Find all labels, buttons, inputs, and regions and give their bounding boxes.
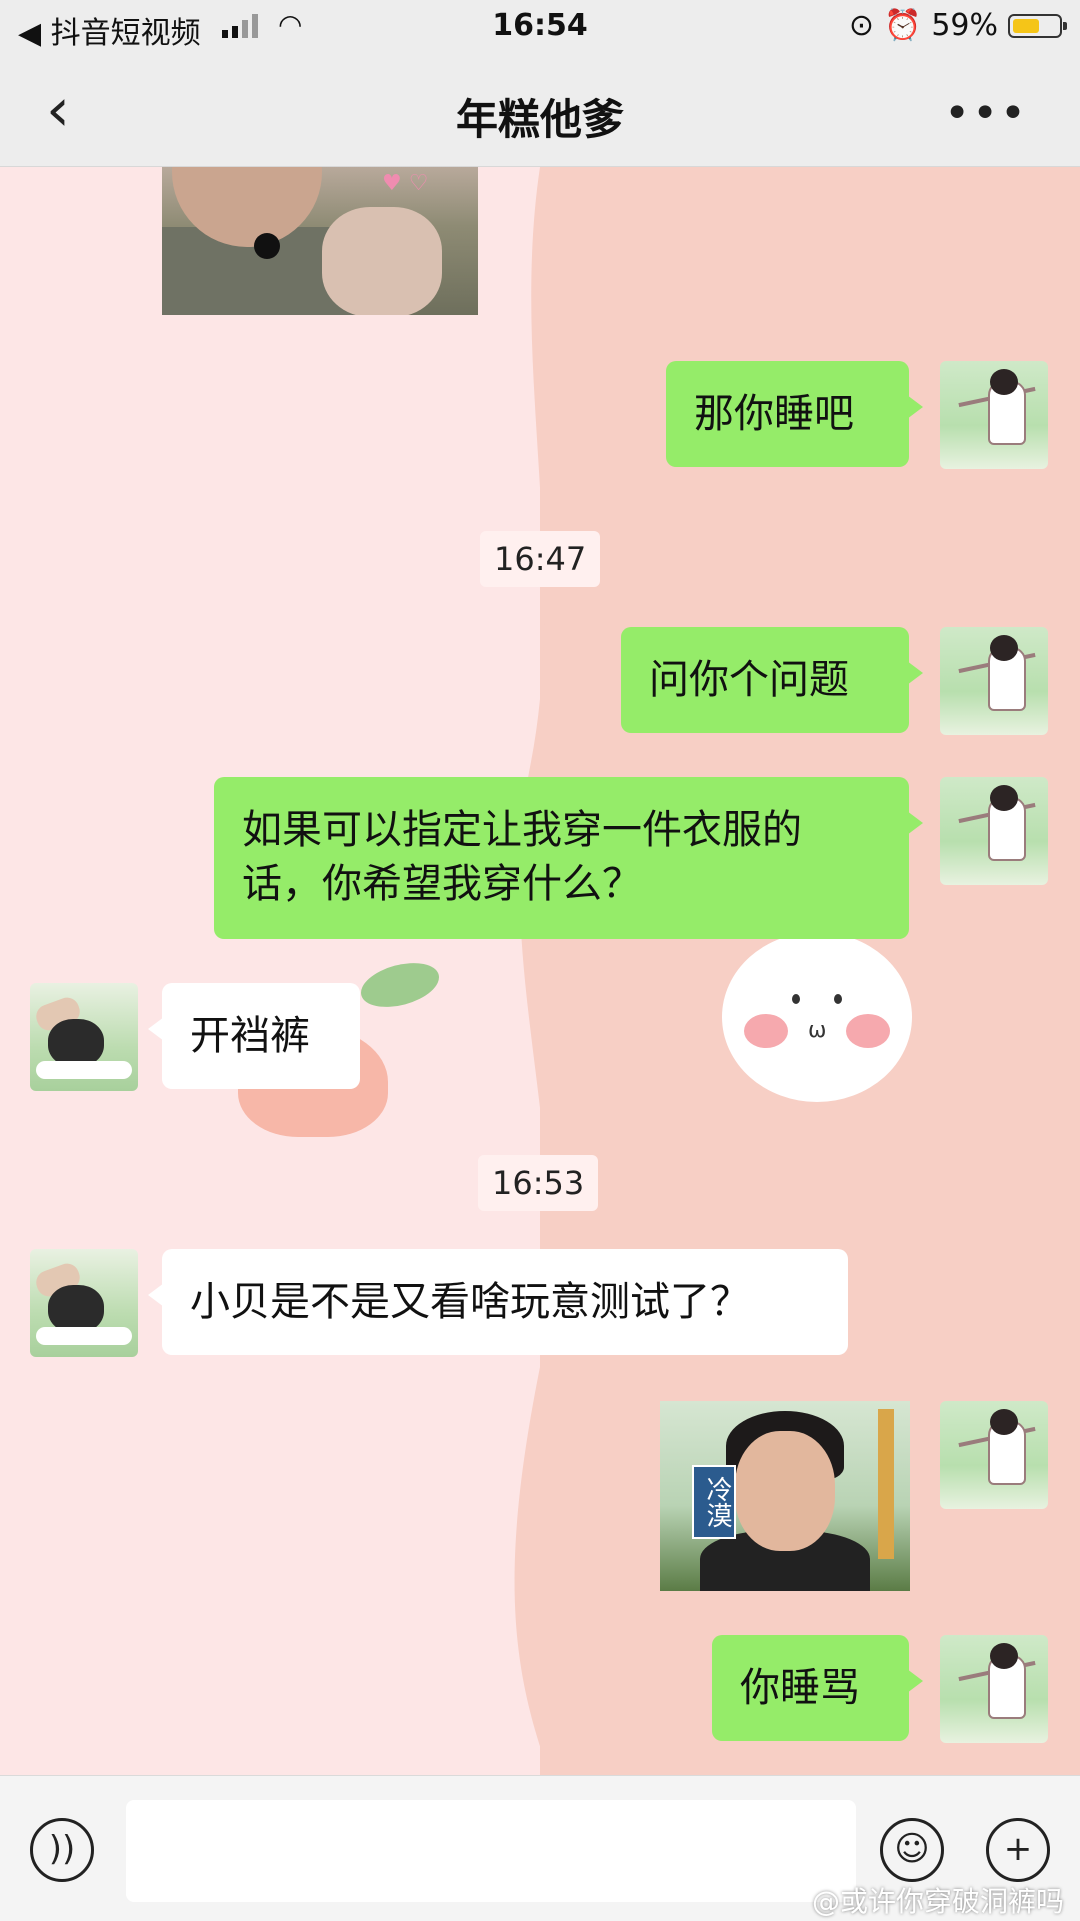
avatar-head xyxy=(990,635,1018,661)
wallpaper-divider xyxy=(514,167,620,1775)
photo-mic xyxy=(254,233,280,259)
chat-title: 年糕他爹 xyxy=(455,95,624,144)
more-options-icon[interactable]: ••• xyxy=(944,88,1028,139)
photo-message[interactable]: ♥ ♡ xyxy=(162,167,478,315)
sticker-caption: 冷漠 xyxy=(692,1465,736,1539)
status-bar: ◀ 抖音短视频 ◠ 16:54 ⊙ ⏰ 59% xyxy=(0,0,1080,56)
chat-area[interactable]: ω ♥ ♡ 那你睡吧 16:47 问你个问题 如果可以指定让我穿一件衣服的话，你… xyxy=(0,167,1080,1775)
voice-icon[interactable]: )) xyxy=(30,1818,94,1882)
message-bubble-them[interactable]: 小贝是不是又看啥玩意测试了？ xyxy=(148,1249,848,1355)
message-bubble-them[interactable]: 开裆裤 xyxy=(148,983,360,1089)
status-right: ⊙ ⏰ 59% xyxy=(848,8,1067,43)
avatar-head xyxy=(990,369,1018,395)
rotation-lock-icon: ⊙ xyxy=(848,8,874,43)
battery-fill xyxy=(1013,18,1039,33)
contact-avatar[interactable] xyxy=(30,1249,138,1357)
message-bubble-me[interactable]: 问你个问题 xyxy=(621,627,923,733)
bear-cheek xyxy=(846,1014,890,1048)
message-bubble-me[interactable]: 你睡骂 xyxy=(712,1635,923,1741)
avatar-head xyxy=(990,1643,1018,1669)
avatar-base xyxy=(36,1061,132,1079)
battery-icon xyxy=(1008,13,1067,38)
avatar-base xyxy=(36,1327,132,1345)
emoji-icon[interactable]: ☺ xyxy=(880,1818,944,1882)
wallpaper-left xyxy=(0,167,560,1775)
my-avatar[interactable] xyxy=(940,777,1048,885)
avatar-blob xyxy=(48,1285,104,1333)
bear-cheek xyxy=(744,1014,788,1048)
contact-avatar[interactable] xyxy=(30,983,138,1091)
sticker-pole xyxy=(878,1409,894,1559)
nav-bar: ‹ 年糕他爹 ••• xyxy=(0,56,1080,167)
sticker-face xyxy=(735,1431,835,1551)
input-bar: )) ☺ + @或许你穿破洞裤吗 xyxy=(0,1775,1080,1921)
plus-icon[interactable]: + xyxy=(986,1818,1050,1882)
timestamp: 16:53 xyxy=(478,1155,599,1211)
my-avatar[interactable] xyxy=(940,361,1048,469)
bear-mouth: ω xyxy=(808,1018,827,1043)
avatar-head xyxy=(990,785,1018,811)
avatar-head xyxy=(990,1409,1018,1435)
sticker-message[interactable]: 冷漠 xyxy=(660,1401,910,1591)
my-avatar[interactable] xyxy=(940,627,1048,735)
message-bubble-me[interactable]: 那你睡吧 xyxy=(666,361,923,467)
bear-illustration: ω xyxy=(722,932,912,1102)
timestamp: 16:47 xyxy=(480,531,601,587)
message-input[interactable] xyxy=(126,1800,856,1902)
battery-percent: 59% xyxy=(931,8,998,43)
bear-eye xyxy=(834,994,842,1004)
bear-eye xyxy=(792,994,800,1004)
avatar-blob xyxy=(48,1019,104,1067)
photo-hearts: ♥ ♡ xyxy=(382,171,429,196)
my-avatar[interactable] xyxy=(940,1635,1048,1743)
watermark: @或许你穿破洞裤吗 xyxy=(811,1885,1064,1918)
message-bubble-me[interactable]: 如果可以指定让我穿一件衣服的话，你希望我穿什么？ xyxy=(214,777,923,939)
photo-hand xyxy=(322,207,442,315)
alarm-icon: ⏰ xyxy=(883,8,922,43)
my-avatar[interactable] xyxy=(940,1401,1048,1509)
